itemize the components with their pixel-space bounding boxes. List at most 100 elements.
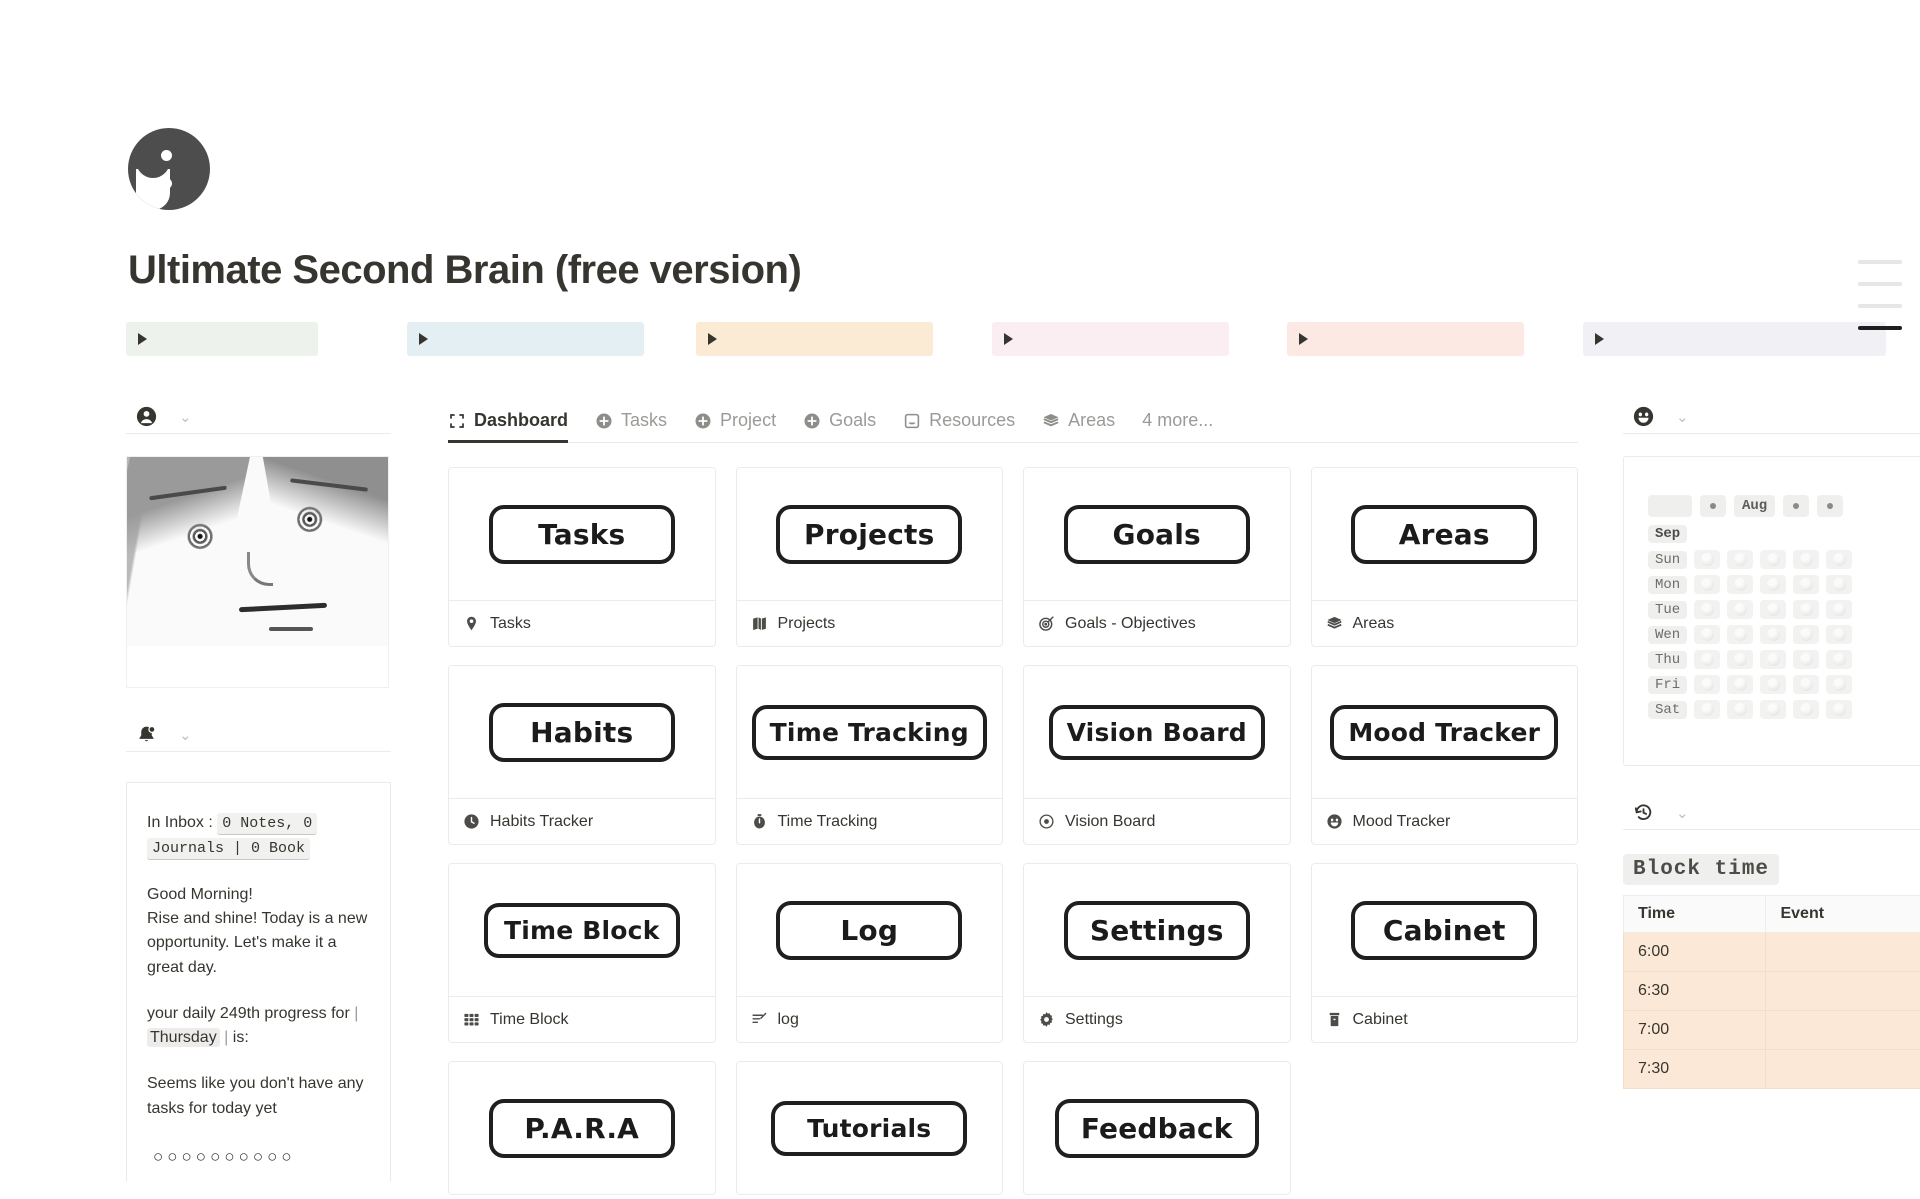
calendar-mood-cell[interactable] — [1793, 625, 1820, 644]
calendar-mood-cell[interactable] — [1760, 625, 1787, 644]
chevron-down-icon[interactable]: ⌄ — [179, 726, 192, 744]
calendar-mood-cell[interactable] — [1694, 650, 1721, 669]
calendar-mood-cell[interactable] — [1793, 650, 1820, 669]
dashboard-card[interactable]: Habits Habits Tracker — [448, 665, 716, 845]
strip-3[interactable] — [696, 322, 933, 356]
dashboard-card[interactable]: Time Block Time Block — [448, 863, 716, 1043]
calendar-mood-cell[interactable] — [1793, 575, 1820, 594]
dashboard-card[interactable]: Cabinet Cabinet — [1310, 863, 1578, 1043]
toggle-triangle-icon[interactable] — [1595, 333, 1604, 345]
calendar-mood-cell[interactable] — [1793, 550, 1820, 569]
dashboard-card[interactable]: Tasks Tasks — [448, 467, 716, 647]
card-footer[interactable]: Tasks — [449, 600, 715, 646]
block-time-cell-event[interactable] — [1765, 1049, 1920, 1089]
block-time-column-header[interactable]: Event — [1765, 895, 1920, 933]
block-time-row[interactable]: 6:00 — [1622, 932, 1920, 972]
calendar-mood-cell[interactable] — [1727, 575, 1754, 594]
block-time-column-header[interactable]: Time — [1622, 895, 1767, 933]
strip-4[interactable] — [992, 322, 1229, 356]
dashboard-card[interactable]: Time Tracking Time Tracking — [735, 665, 1003, 845]
calendar-mood-cell[interactable] — [1694, 675, 1721, 694]
calendar-mood-cell[interactable] — [1760, 700, 1787, 719]
calendar-mood-cell[interactable] — [1727, 700, 1754, 719]
chevron-down-icon[interactable]: ⌄ — [1676, 408, 1689, 426]
strip-2[interactable] — [407, 322, 644, 356]
dashboard-card[interactable]: Tutorials — [735, 1061, 1003, 1195]
tab-4-more[interactable]: 4 more... — [1142, 410, 1213, 442]
card-footer[interactable]: log — [736, 996, 1002, 1042]
card-footer[interactable]: Time Block — [449, 996, 715, 1042]
block-time-row[interactable]: 7:30 — [1622, 1049, 1920, 1089]
block-time-cell-time[interactable]: 6:00 — [1622, 932, 1767, 972]
card-footer[interactable]: Projects — [736, 600, 1002, 646]
calendar-mood-cell[interactable] — [1727, 650, 1754, 669]
toc-line[interactable] — [1858, 282, 1902, 286]
calendar-mood-cell[interactable] — [1793, 675, 1820, 694]
calendar-mood-cell[interactable] — [1694, 625, 1721, 644]
dashboard-card[interactable]: Log log — [735, 863, 1003, 1043]
tab-tasks[interactable]: Tasks — [595, 410, 667, 442]
card-footer[interactable]: Time Tracking — [736, 798, 1002, 844]
card-footer[interactable]: Vision Board — [1024, 798, 1290, 844]
tab-areas[interactable]: Areas — [1042, 410, 1115, 442]
toc-line[interactable] — [1858, 304, 1902, 308]
card-footer[interactable]: Areas — [1311, 600, 1577, 646]
block-time-cell-event[interactable] — [1765, 932, 1920, 972]
dashboard-card[interactable]: Areas Areas — [1310, 467, 1578, 647]
toggle-triangle-icon[interactable] — [138, 333, 147, 345]
block-time-row[interactable]: 7:00 — [1622, 1010, 1920, 1050]
card-footer[interactable]: Settings — [1024, 996, 1290, 1042]
strip-1[interactable] — [126, 322, 318, 356]
block-time-row[interactable]: 6:30 — [1622, 971, 1920, 1011]
calendar-mood-cell[interactable] — [1727, 675, 1754, 694]
calendar-mood-cell[interactable] — [1760, 550, 1787, 569]
block-time-cell-time[interactable]: 7:00 — [1622, 1010, 1767, 1050]
calendar-mood-cell[interactable] — [1694, 700, 1721, 719]
calendar-mood-cell[interactable] — [1793, 700, 1820, 719]
tab-resources[interactable]: Resources — [903, 410, 1015, 442]
history-block-header[interactable]: ⌄ — [1623, 796, 1920, 830]
calendar-mood-cell[interactable] — [1826, 625, 1853, 644]
calendar-mood-cell[interactable] — [1826, 575, 1853, 594]
toggle-triangle-icon[interactable] — [1299, 333, 1308, 345]
toggle-triangle-icon[interactable] — [1004, 333, 1013, 345]
calendar-mood-cell[interactable] — [1826, 700, 1853, 719]
block-time-cell-event[interactable] — [1765, 1010, 1920, 1050]
calendar-mood-cell[interactable] — [1694, 575, 1721, 594]
calendar-mood-cell[interactable] — [1826, 600, 1853, 619]
card-footer[interactable]: Cabinet — [1311, 996, 1577, 1042]
calendar-mood-cell[interactable] — [1760, 650, 1787, 669]
toc-line[interactable] — [1858, 326, 1902, 330]
chevron-down-icon[interactable]: ⌄ — [1676, 804, 1689, 822]
calendar-mood-cell[interactable] — [1793, 600, 1820, 619]
card-footer[interactable]: Habits Tracker — [449, 798, 715, 844]
calendar-mood-cell[interactable] — [1727, 600, 1754, 619]
dashboard-card[interactable]: Goals Goals - Objectives — [1023, 467, 1291, 647]
toggle-triangle-icon[interactable] — [419, 333, 428, 345]
strip-5[interactable] — [1287, 322, 1524, 356]
tab-project[interactable]: Project — [694, 410, 776, 442]
dashboard-card[interactable]: P.A.R.A — [448, 1061, 716, 1195]
calendar-mood-cell[interactable] — [1727, 625, 1754, 644]
calendar-mood-cell[interactable] — [1694, 550, 1721, 569]
block-time-cell-time[interactable]: 6:30 — [1622, 971, 1767, 1011]
card-footer[interactable]: Goals - Objectives — [1024, 600, 1290, 646]
toggle-triangle-icon[interactable] — [708, 333, 717, 345]
calendar-mood-cell[interactable] — [1760, 675, 1787, 694]
card-footer[interactable]: Mood Tracker — [1311, 798, 1577, 844]
profile-block-header[interactable]: ⌄ — [126, 400, 391, 434]
chevron-down-icon[interactable]: ⌄ — [179, 408, 192, 426]
block-time-cell-event[interactable] — [1765, 971, 1920, 1011]
dashboard-card[interactable]: Settings Settings — [1023, 863, 1291, 1043]
calendar-mood-cell[interactable] — [1826, 650, 1853, 669]
dashboard-card[interactable]: Mood Tracker Mood Tracker — [1310, 665, 1578, 845]
calendar-mood-cell[interactable] — [1826, 675, 1853, 694]
block-time-cell-time[interactable]: 7:30 — [1622, 1049, 1767, 1089]
calendar-mood-cell[interactable] — [1760, 600, 1787, 619]
tab-dashboard[interactable]: Dashboard — [448, 410, 569, 443]
strip-6[interactable] — [1583, 322, 1886, 356]
dashboard-card[interactable]: Projects Projects — [735, 467, 1003, 647]
notification-block-header[interactable]: ⌄ — [126, 718, 391, 752]
tab-goals[interactable]: Goals — [803, 410, 876, 442]
table-of-contents-indicator[interactable] — [1858, 260, 1902, 330]
